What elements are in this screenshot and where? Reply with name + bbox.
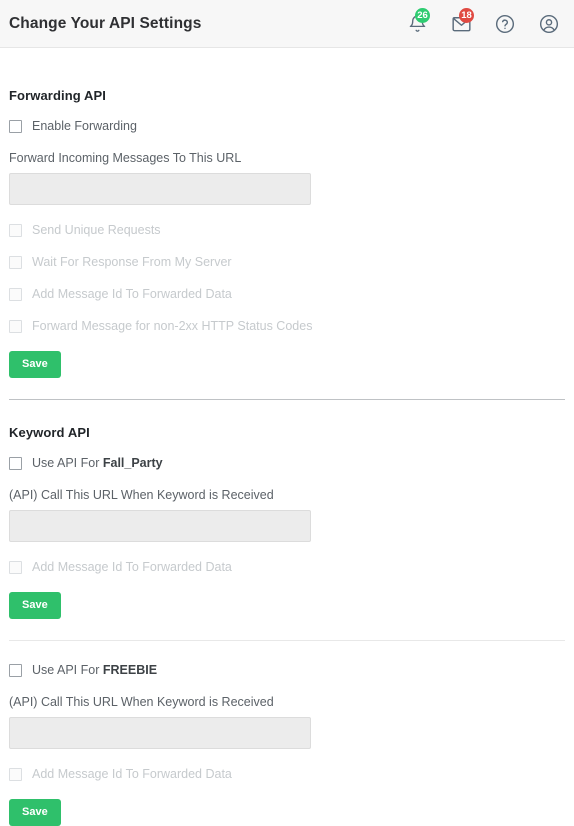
header-icon-group: 26 18 bbox=[406, 7, 560, 36]
keyword-add-message-id-checkbox-1 bbox=[9, 767, 22, 781]
keyword-entry: Use API For Fall_Party (API) Call This U… bbox=[9, 456, 565, 619]
send-unique-requests-label: Send Unique Requests bbox=[32, 223, 161, 237]
forward-non2xx-row: Forward Message for non-2xx HTTP Status … bbox=[9, 319, 565, 333]
app-header: Change Your API Settings 26 18 bbox=[0, 0, 574, 48]
keyword-add-message-id-label-1: Add Message Id To Forwarded Data bbox=[32, 767, 232, 781]
settings-content: Forwarding API Enable Forwarding Forward… bbox=[0, 48, 574, 826]
forwarding-api-section: Forwarding API Enable Forwarding Forward… bbox=[9, 48, 565, 378]
use-api-for-keyword-row-1[interactable]: Use API For FREEBIE bbox=[9, 663, 565, 677]
keyword-add-message-id-row-0: Add Message Id To Forwarded Data bbox=[9, 560, 565, 574]
notifications-bell-button[interactable]: 26 bbox=[406, 7, 430, 36]
wait-for-response-row: Wait For Response From My Server bbox=[9, 255, 565, 269]
add-message-id-forwarding-checkbox bbox=[9, 287, 22, 301]
user-account-button[interactable] bbox=[538, 12, 560, 36]
keyword-add-message-id-label-0: Add Message Id To Forwarded Data bbox=[32, 560, 232, 574]
keyword-api-heading: Keyword API bbox=[9, 425, 90, 440]
keyword-url-input-1[interactable] bbox=[9, 717, 311, 749]
keyword-add-message-id-checkbox-0 bbox=[9, 560, 22, 574]
keyword-save-button-0[interactable]: Save bbox=[9, 592, 61, 619]
keyword-url-label-0: (API) Call This URL When Keyword is Rece… bbox=[9, 488, 274, 502]
notifications-badge: 26 bbox=[415, 7, 430, 23]
use-api-for-keyword-checkbox-1[interactable] bbox=[9, 663, 22, 677]
forwarding-save-button[interactable]: Save bbox=[9, 351, 61, 378]
help-button[interactable] bbox=[494, 12, 516, 36]
send-unique-requests-checkbox bbox=[9, 223, 22, 237]
keyword-url-input-0[interactable] bbox=[9, 510, 311, 542]
keyword-api-section: Keyword API Use API For Fall_Party (API)… bbox=[9, 400, 565, 826]
keyword-name-1: FREEBIE bbox=[102, 663, 158, 677]
forward-url-label: Forward Incoming Messages To This URL bbox=[9, 151, 242, 165]
keyword-save-button-1[interactable]: Save bbox=[9, 799, 61, 826]
wait-for-response-label: Wait For Response From My Server bbox=[32, 255, 232, 269]
use-api-for-keyword-label-1: Use API For FREEBIE bbox=[32, 663, 157, 677]
send-unique-requests-row: Send Unique Requests bbox=[9, 223, 565, 237]
user-account-icon bbox=[539, 14, 559, 33]
keyword-entry: Use API For FREEBIE (API) Call This URL … bbox=[9, 663, 565, 826]
enable-forwarding-row[interactable]: Enable Forwarding bbox=[9, 119, 565, 133]
enable-forwarding-label: Enable Forwarding bbox=[32, 119, 137, 133]
page-title: Change Your API Settings bbox=[9, 14, 202, 32]
use-api-prefix-1: Use API For bbox=[32, 663, 103, 677]
use-api-for-keyword-label-0: Use API For Fall_Party bbox=[32, 456, 163, 470]
keyword-name-0: Fall_Party bbox=[102, 456, 163, 470]
wait-for-response-checkbox bbox=[9, 255, 22, 269]
add-message-id-forwarding-row: Add Message Id To Forwarded Data bbox=[9, 287, 565, 301]
forwarding-api-heading: Forwarding API bbox=[9, 88, 106, 103]
use-api-prefix-0: Use API For bbox=[32, 456, 103, 470]
keyword-add-message-id-row-1: Add Message Id To Forwarded Data bbox=[9, 767, 565, 781]
help-question-icon bbox=[495, 14, 515, 33]
forward-url-input[interactable] bbox=[9, 173, 311, 205]
use-api-for-keyword-checkbox-0[interactable] bbox=[9, 456, 22, 470]
section-divider-2 bbox=[9, 640, 565, 641]
use-api-for-keyword-row-0[interactable]: Use API For Fall_Party bbox=[9, 456, 565, 470]
messages-envelope-button[interactable]: 18 bbox=[450, 7, 474, 36]
keyword-url-label-1: (API) Call This URL When Keyword is Rece… bbox=[9, 695, 274, 709]
enable-forwarding-checkbox[interactable] bbox=[9, 119, 22, 133]
forward-non2xx-label: Forward Message for non-2xx HTTP Status … bbox=[32, 319, 313, 333]
forward-non2xx-checkbox bbox=[9, 319, 22, 333]
messages-badge: 18 bbox=[459, 7, 474, 23]
add-message-id-forwarding-label: Add Message Id To Forwarded Data bbox=[32, 287, 232, 301]
